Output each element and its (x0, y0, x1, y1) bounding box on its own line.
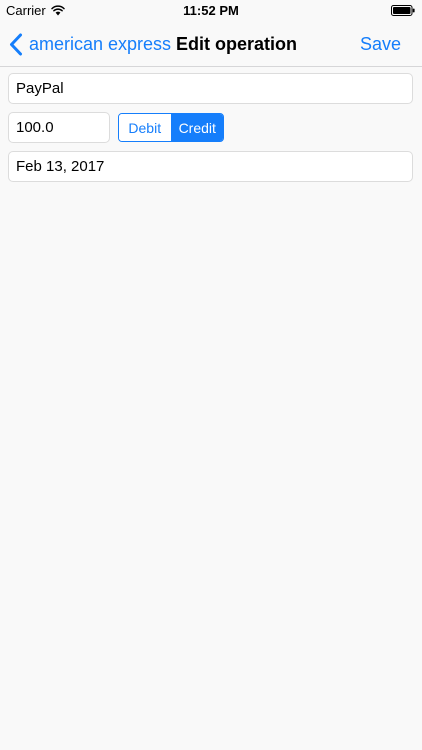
chevron-left-icon (10, 33, 22, 55)
operation-type-control: Debit Credit (118, 113, 224, 142)
status-time: 11:52 PM (183, 3, 239, 18)
back-button[interactable]: american express (9, 22, 171, 66)
save-button[interactable]: Save (360, 22, 401, 66)
date-field[interactable] (8, 151, 413, 182)
amount-field[interactable] (8, 112, 110, 143)
operation-name-field[interactable] (8, 73, 413, 104)
back-button-label: american express (29, 33, 172, 54)
credit-segment[interactable]: Credit (171, 114, 223, 141)
debit-segment[interactable]: Debit (119, 114, 172, 141)
battery-icon (391, 5, 415, 16)
navigation-bar: american express Edit operation Save (0, 22, 422, 67)
status-bar: Carrier 11:52 PM (0, 0, 422, 22)
page-title: Edit operation (176, 34, 297, 54)
